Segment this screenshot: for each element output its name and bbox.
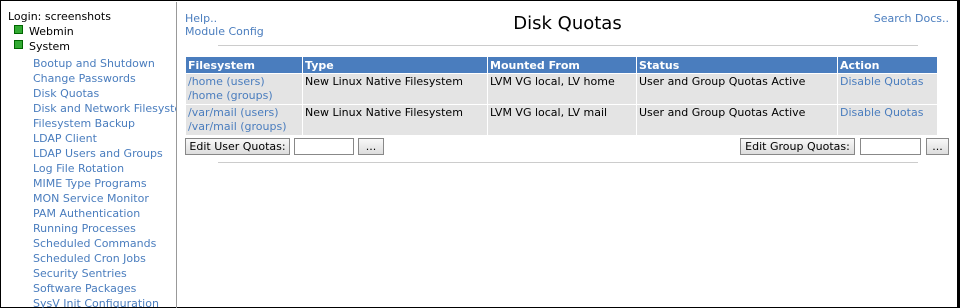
category-system-label: System	[29, 40, 71, 53]
sidebar-item-disk-network-filesystems[interactable]: Disk and Network Filesystems	[33, 101, 176, 116]
column-header-type: Type	[302, 56, 488, 74]
group-browse-button[interactable]: ...	[926, 138, 949, 155]
filesystem-users-link[interactable]: /var/mail (users)	[188, 106, 300, 120]
sidebar-item-sysv-init[interactable]: SysV Init Configuration	[33, 296, 176, 308]
search-docs-link[interactable]: Search Docs..	[874, 12, 949, 25]
user-browse-button[interactable]: ...	[358, 138, 384, 155]
sidebar-item-ldap-client[interactable]: LDAP Client	[33, 131, 176, 146]
column-header-mounted-from: Mounted From	[487, 56, 637, 74]
sidebar-item-scheduled-commands[interactable]: Scheduled Commands	[33, 236, 176, 251]
type-cell: New Linux Native Filesystem	[302, 104, 488, 136]
sidebar-item-bootup-shutdown[interactable]: Bootup and Shutdown	[33, 56, 176, 71]
login-label: Login: screenshots	[8, 10, 111, 23]
edit-group-quotas-button[interactable]: Edit Group Quotas:	[740, 138, 855, 155]
sidebar-item-software-packages[interactable]: Software Packages	[33, 281, 176, 296]
filesystem-groups-link[interactable]: /home (groups)	[188, 89, 300, 103]
sidebar-item-filesystem-backup[interactable]: Filesystem Backup	[33, 116, 176, 131]
category-webmin-label: Webmin	[29, 25, 74, 38]
page-title: Disk Quotas	[513, 13, 622, 34]
sidebar-item-log-file-rotation[interactable]: Log File Rotation	[33, 161, 176, 176]
filesystem-cell: /var/mail (users) /var/mail (groups)	[185, 104, 303, 136]
filesystem-groups-link[interactable]: /var/mail (groups)	[188, 120, 300, 134]
category-system[interactable]: System	[14, 40, 70, 53]
sidebar-item-change-passwords[interactable]: Change Passwords	[33, 71, 176, 86]
mounted-from-cell: LVM VG local, LV mail	[487, 104, 637, 136]
sidebar-item-scheduled-cron-jobs[interactable]: Scheduled Cron Jobs	[33, 251, 176, 266]
table-header-row: Filesystem Type Mounted From Status Acti…	[185, 56, 938, 74]
disable-quotas-link[interactable]: Disable Quotas	[840, 75, 923, 88]
folder-icon	[14, 40, 23, 49]
main-content: Help.. Module Config Disk Quotas Search …	[178, 2, 957, 308]
column-header-filesystem: Filesystem	[185, 56, 303, 74]
edit-user-quotas-button[interactable]: Edit User Quotas:	[185, 138, 290, 155]
type-cell: New Linux Native Filesystem	[302, 73, 488, 105]
status-cell: User and Group Quotas Active	[636, 73, 838, 105]
table-row: /var/mail (users) /var/mail (groups) New…	[185, 104, 938, 136]
column-header-action: Action	[837, 56, 938, 74]
sidebar-item-ldap-users-groups[interactable]: LDAP Users and Groups	[33, 146, 176, 161]
action-cell: Disable Quotas	[837, 104, 938, 136]
status-cell: User and Group Quotas Active	[636, 104, 838, 136]
sidebar-item-disk-quotas[interactable]: Disk Quotas	[33, 86, 176, 101]
user-quota-input[interactable]	[294, 138, 354, 155]
footer-divider	[218, 162, 918, 163]
folder-icon	[14, 25, 23, 34]
sidebar-item-security-sentries[interactable]: Security Sentries	[33, 266, 176, 281]
sidebar-items: Bootup and Shutdown Change Passwords Dis…	[33, 56, 176, 308]
sidebar-item-running-processes[interactable]: Running Processes	[33, 221, 176, 236]
filesystem-users-link[interactable]: /home (users)	[188, 75, 300, 89]
sidebar: Login: screenshots Webmin System Bootup …	[2, 2, 177, 308]
table-row: /home (users) /home (groups) New Linux N…	[185, 73, 938, 105]
quotas-table: Filesystem Type Mounted From Status Acti…	[185, 56, 938, 136]
sidebar-item-pam-authentication[interactable]: PAM Authentication	[33, 206, 176, 221]
sidebar-item-mime-type-programs[interactable]: MIME Type Programs	[33, 176, 176, 191]
webmin-window: Login: screenshots Webmin System Bootup …	[0, 0, 958, 308]
filesystem-cell: /home (users) /home (groups)	[185, 73, 303, 105]
disable-quotas-link[interactable]: Disable Quotas	[840, 106, 923, 119]
category-webmin[interactable]: Webmin	[14, 25, 74, 38]
sidebar-item-mon-service-monitor[interactable]: MON Service Monitor	[33, 191, 176, 206]
mounted-from-cell: LVM VG local, LV home	[487, 73, 637, 105]
group-quota-input[interactable]	[860, 138, 921, 155]
action-cell: Disable Quotas	[837, 73, 938, 105]
header-divider	[218, 45, 918, 46]
column-header-status: Status	[636, 56, 838, 74]
